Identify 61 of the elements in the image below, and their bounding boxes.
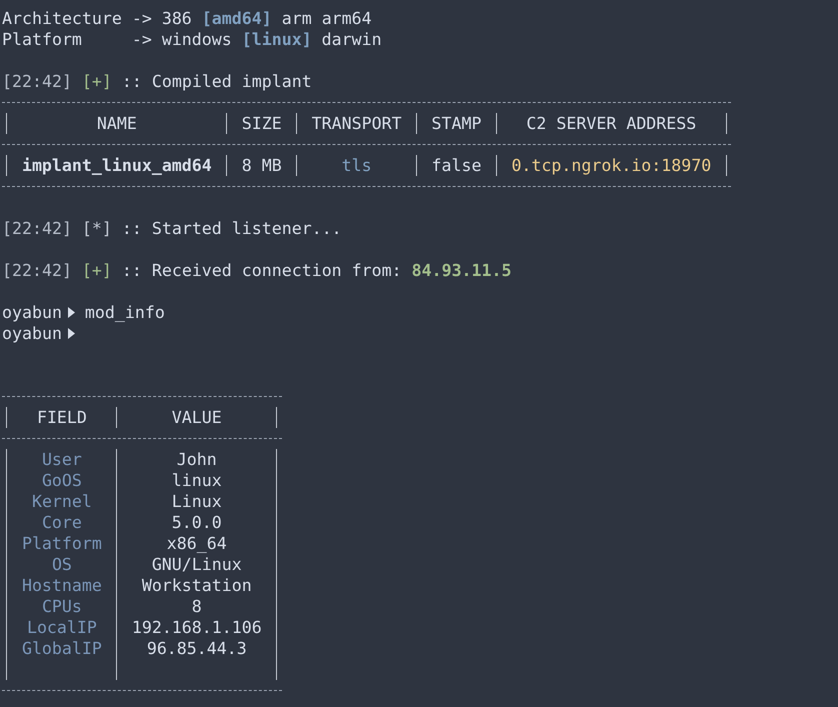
table-cell: implant_linux_amd64 bbox=[22, 156, 212, 175]
field-name: Hostname bbox=[22, 576, 102, 595]
table-cell: tls bbox=[342, 156, 372, 175]
log-message: Compiled implant bbox=[152, 71, 312, 92]
table-cell: GNU/Linux bbox=[152, 555, 242, 574]
separator: :: bbox=[122, 71, 142, 92]
log-message: Received connection from: bbox=[152, 260, 402, 281]
command-text: mod_info bbox=[84, 302, 165, 323]
column-header: STAMP bbox=[432, 114, 482, 133]
table-cell: 8 MB bbox=[242, 156, 282, 175]
field-name: CPUs bbox=[42, 597, 82, 616]
option[interactable]: [amd64] bbox=[202, 8, 272, 29]
prompt-arrow-icon bbox=[68, 328, 75, 339]
table-cell: x86_64 bbox=[166, 534, 227, 553]
timestamp: [22:42] bbox=[2, 71, 72, 92]
prompt-name: oyabun bbox=[2, 323, 62, 344]
column-header: SIZE bbox=[242, 114, 282, 133]
option[interactable]: 386 bbox=[162, 8, 192, 29]
column-header: FIELD bbox=[36, 408, 87, 427]
option[interactable]: [linux] bbox=[242, 29, 312, 50]
table-cell: linux bbox=[172, 471, 222, 490]
table-cell: false bbox=[432, 156, 482, 175]
table-cell: 192.168.1.106 bbox=[132, 618, 262, 637]
option-label: Platform bbox=[2, 29, 83, 50]
timestamp: [22:42] bbox=[2, 260, 72, 281]
option[interactable]: darwin bbox=[322, 29, 382, 50]
table-cell: 0.tcp.ngrok.io:18970 bbox=[511, 156, 712, 175]
table-cell: 5.0.0 bbox=[172, 513, 222, 532]
column-header: NAME bbox=[96, 114, 137, 133]
table-cell: 8 bbox=[192, 597, 202, 616]
field-name: GoOS bbox=[42, 471, 82, 490]
arrow-text: -> bbox=[132, 8, 152, 29]
field-name: LocalIP bbox=[26, 618, 97, 637]
prompt-name: oyabun bbox=[2, 302, 62, 323]
separator: :: bbox=[122, 218, 142, 239]
arrow-text: -> bbox=[132, 29, 152, 50]
field-name: OS bbox=[52, 555, 72, 574]
table-cell: Workstation bbox=[142, 576, 252, 595]
field-name: GlobalIP bbox=[22, 639, 102, 658]
field-name: User bbox=[42, 450, 82, 469]
status-marker: [+] bbox=[82, 71, 112, 92]
status-marker: [*] bbox=[82, 218, 112, 239]
log-message: Started listener... bbox=[152, 218, 342, 239]
column-header: C2 SERVER ADDRESS bbox=[526, 114, 696, 133]
table-cell: Linux bbox=[172, 492, 222, 511]
option[interactable]: arm64 bbox=[322, 8, 372, 29]
column-header: VALUE bbox=[172, 408, 222, 427]
field-name: Platform bbox=[22, 534, 102, 553]
option[interactable]: windows bbox=[162, 29, 232, 50]
ip-address: 84.93.11.5 bbox=[412, 260, 512, 281]
table-cell: John bbox=[176, 450, 217, 469]
option[interactable]: arm bbox=[282, 8, 312, 29]
status-marker: [+] bbox=[82, 260, 112, 281]
field-name: Core bbox=[42, 513, 82, 532]
field-name: Kernel bbox=[32, 492, 92, 511]
prompt-arrow-icon bbox=[68, 307, 75, 318]
table-cell: 96.85.44.3 bbox=[146, 639, 247, 658]
timestamp: [22:42] bbox=[2, 218, 72, 239]
separator: :: bbox=[122, 260, 142, 281]
option-label: Architecture bbox=[2, 8, 123, 29]
column-header: TRANSPORT bbox=[312, 114, 402, 133]
